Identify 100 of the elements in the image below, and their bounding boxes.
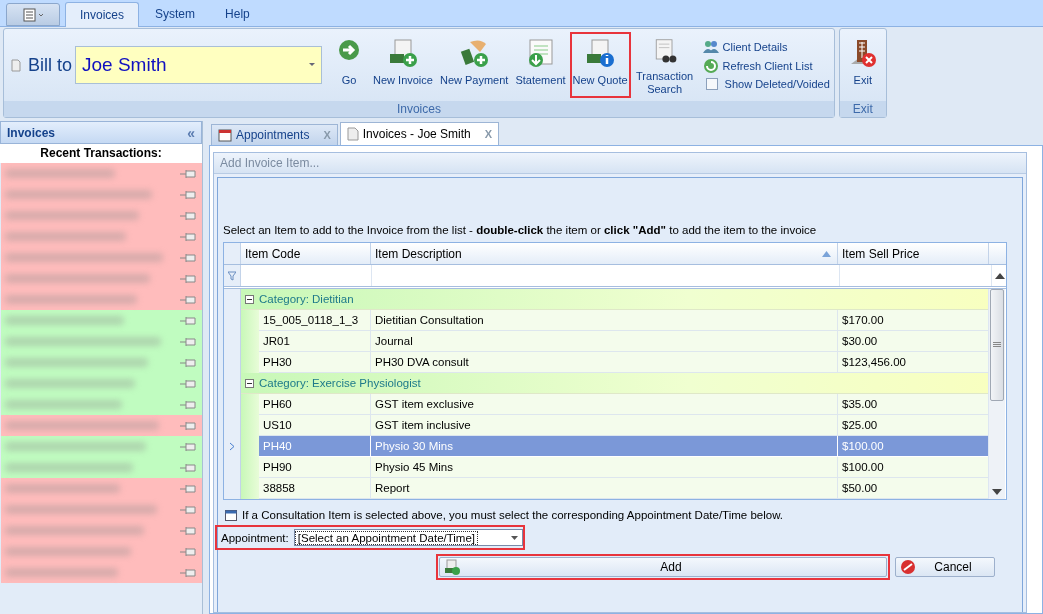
statement-button[interactable]: Statement (512, 32, 569, 98)
pin-icon[interactable] (180, 273, 196, 284)
transaction-item[interactable] (1, 520, 202, 541)
dropdown-arrow-icon[interactable] (309, 63, 315, 67)
item-row[interactable]: PH60 GST item exclusive $35.00 (224, 394, 988, 415)
ribbon-tab[interactable]: System (141, 2, 210, 26)
table-cell: $50.00 (838, 478, 989, 499)
document-tab[interactable]: Appointments X (211, 124, 338, 145)
expand-toggle[interactable] (245, 378, 254, 388)
new-invoice-button[interactable]: New Invoice (370, 32, 436, 98)
transaction-item[interactable] (1, 436, 202, 457)
transaction-item[interactable] (1, 331, 202, 352)
transaction-item[interactable] (1, 562, 202, 583)
transaction-item[interactable] (1, 457, 202, 478)
category-row[interactable]: Category: Dietitian (241, 289, 988, 310)
column-header[interactable]: Item Sell Price (838, 243, 989, 264)
item-row[interactable]: PH90 Physio 45 Mins $100.00 (224, 457, 988, 478)
table-cell: Report (371, 478, 838, 499)
table-cell: PH30 (259, 352, 371, 373)
transaction-item[interactable] (1, 352, 202, 373)
item-row[interactable]: JR01 Journal $30.00 (224, 331, 988, 352)
pin-icon[interactable] (180, 567, 196, 578)
appointment-dropdown[interactable]: [Select an Appointment Date/Time] (293, 529, 523, 546)
pin-icon[interactable] (180, 294, 196, 305)
client-details-button[interactable]: Client Details (702, 40, 830, 54)
cancel-button[interactable]: Cancel (895, 557, 995, 577)
category-row[interactable]: Category: Exercise Physiologist (241, 373, 988, 394)
transaction-item[interactable] (1, 268, 202, 289)
pin-icon[interactable] (180, 357, 196, 368)
expand-toggle[interactable] (245, 294, 254, 304)
ribbon-tab[interactable]: Help (211, 2, 264, 26)
note-text: If a Consultation Item is selected above, you must select the corresponding Appointment Date/Time below. (242, 509, 783, 521)
refresh-button[interactable]: Refresh Client List (702, 58, 830, 74)
scroll-thumb[interactable] (990, 289, 1004, 401)
client-combo-box[interactable]: Joe Smith (75, 46, 322, 84)
transaction-item[interactable] (1, 289, 202, 310)
dropdown-arrow-icon[interactable] (511, 535, 518, 540)
calendar-icon (218, 128, 232, 142)
show-deleted-checkbox[interactable]: Show Deleted/Voided (702, 78, 830, 90)
refresh-icon (702, 58, 719, 74)
scroll-up-icon[interactable] (995, 272, 1005, 279)
transaction-item[interactable] (1, 415, 202, 436)
pin-icon[interactable] (180, 504, 196, 515)
panel-title: Add Invoice Item... (214, 153, 1026, 174)
instructions-text: Select an Item to add to the Invoice from the list - double-click the item or click "Add" to add the item to the invoice (223, 224, 818, 238)
ribbon-tab[interactable]: Invoices (65, 2, 140, 27)
table-cell: PH40 (259, 436, 371, 457)
filter-icon[interactable] (228, 270, 236, 281)
pin-icon[interactable] (180, 420, 196, 431)
transaction-item[interactable] (1, 226, 202, 247)
transaction-item[interactable] (1, 205, 202, 226)
go-button[interactable]: Go (329, 32, 369, 98)
document-icon (11, 58, 21, 72)
item-row[interactable]: US10 GST item inclusive $25.00 (224, 415, 988, 436)
pin-icon[interactable] (180, 252, 196, 263)
table-cell: $35.00 (838, 394, 989, 415)
pin-icon[interactable] (180, 546, 196, 557)
document-tab[interactable]: Invoices - Joe Smith X (339, 122, 500, 145)
pin-icon[interactable] (180, 462, 196, 473)
group-indent (241, 352, 259, 373)
new-payment-button[interactable]: New Payment (436, 32, 512, 98)
pin-icon[interactable] (180, 441, 196, 452)
pin-icon[interactable] (180, 231, 196, 242)
pin-icon[interactable] (180, 315, 196, 326)
item-row[interactable]: 15_005_0118_1_3 Dietitian Consultation $170.00 (224, 310, 988, 331)
exit-button[interactable]: Exit (843, 32, 882, 98)
table-cell: PH90 (259, 457, 371, 478)
transaction-item[interactable] (1, 478, 202, 499)
scroll-down-icon[interactable] (992, 489, 1002, 495)
transaction-search-button[interactable]: Transaction Search (631, 32, 698, 98)
transaction-item[interactable] (1, 184, 202, 205)
column-header[interactable]: Item Code (241, 243, 371, 264)
column-header[interactable]: Item Description (371, 243, 838, 264)
transaction-item[interactable] (1, 310, 202, 331)
table-cell: PH60 (259, 394, 371, 415)
item-row[interactable]: PH30 PH30 DVA consult $123,456.00 (224, 352, 988, 373)
pin-icon[interactable] (180, 210, 196, 221)
pin-icon[interactable] (180, 483, 196, 494)
transaction-item[interactable] (1, 163, 202, 184)
pin-icon[interactable] (180, 336, 196, 347)
transaction-item[interactable] (1, 394, 202, 415)
pin-icon[interactable] (180, 399, 196, 410)
ribbon-group-label: Exit (839, 101, 886, 117)
item-row[interactable]: 38858 Report $50.00 (224, 478, 988, 499)
transaction-item[interactable] (1, 541, 202, 562)
pin-icon[interactable] (180, 378, 196, 389)
pin-icon[interactable] (180, 525, 196, 536)
group-indent (241, 478, 259, 499)
app-menu-button[interactable] (6, 3, 60, 26)
pin-icon[interactable] (180, 168, 196, 179)
add-button[interactable]: Add (439, 557, 887, 577)
transaction-item[interactable] (1, 499, 202, 520)
new-quote-button[interactable]: New Quote (569, 32, 631, 98)
transaction-item[interactable] (1, 373, 202, 394)
table-cell: 38858 (259, 478, 371, 499)
row-selector[interactable] (224, 478, 241, 499)
table-cell: $100.00 (838, 436, 989, 457)
transaction-item[interactable] (1, 247, 202, 268)
pin-icon[interactable] (180, 189, 196, 200)
table-cell: $30.00 (838, 331, 989, 352)
